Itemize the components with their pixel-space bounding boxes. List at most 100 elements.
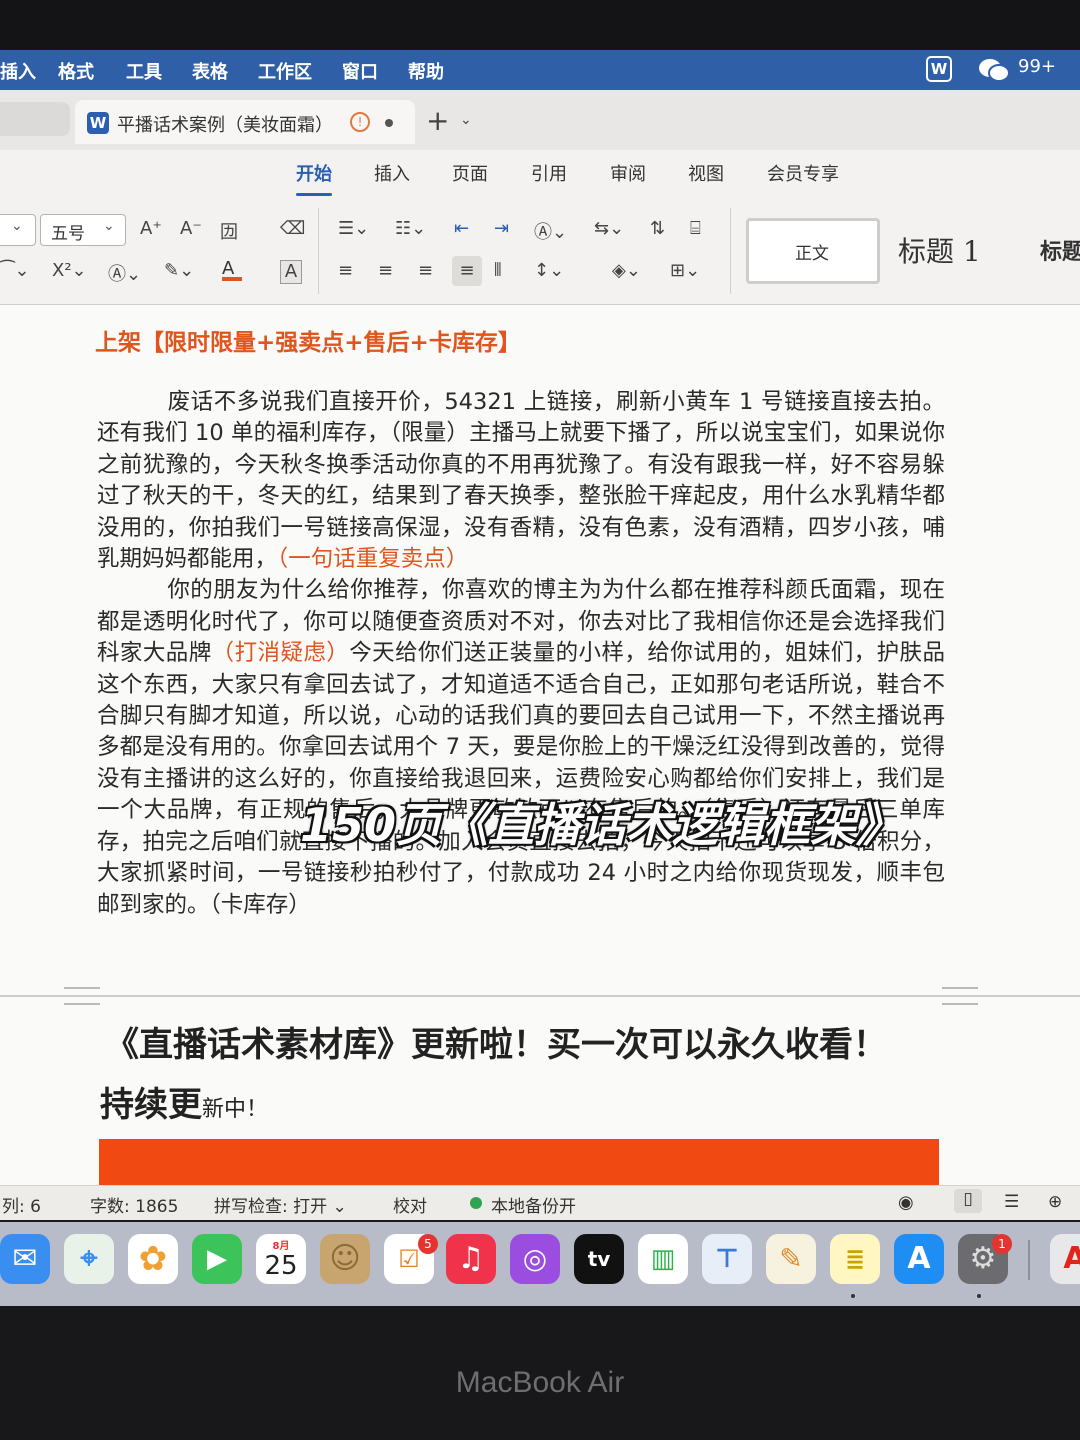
font-size-dropdown[interactable]: 五号 ⌄ [40,214,126,246]
decrease-indent-icon[interactable]: ⇤ [454,218,469,239]
chevron-down-icon: ⌄ [332,1197,347,1217]
superscript-icon[interactable]: X²⌄ [52,260,87,281]
acrobat-icon[interactable]: A [1050,1234,1080,1284]
page-view-icon[interactable]: ▯ [954,1189,982,1213]
tab-review[interactable]: 审阅 [610,160,646,186]
text-outline-icon[interactable]: Ⓐ⌄ [108,260,141,286]
web-view-icon[interactable]: ⊕ [1048,1192,1062,1212]
font-effect-icon[interactable]: ⁀⌄ [0,260,30,281]
spellcheck-label: 拼写检查: 打开 [214,1197,328,1217]
tab-page[interactable]: 页面 [452,160,488,186]
dock: ✉ ⌖ ✿ ▶ 8月 25 ☺ ☑ 5 ♫ ◎ tv ▥ ⊤ ✎ ≣ A ⚙ 1… [0,1222,1080,1306]
bullet-list-icon[interactable]: ☰⌄ [338,218,369,239]
update-line: 持续更新中！ [100,1077,268,1126]
border-icon[interactable]: ⊞⌄ [670,260,700,281]
sort-icon[interactable]: ⇅ [650,218,665,239]
menu-insert[interactable]: 插入 [0,58,36,84]
menu-tools[interactable]: 工具 [126,58,162,84]
music-icon[interactable]: ♫ [446,1234,496,1284]
contacts-icon[interactable]: ☺ [320,1234,370,1284]
unsaved-dot-icon[interactable] [385,119,393,127]
highlight-text: （一句话重复卖点） [277,546,469,573]
word-count[interactable]: 字数: 1865 [90,1192,178,1217]
spellcheck-toggle[interactable]: 拼写检查: 打开 ⌄ [214,1192,347,1217]
numbers-icon[interactable]: ▥ [638,1234,688,1284]
apple-tv-icon[interactable]: tv [574,1234,624,1284]
font-size-value: 五号 [51,224,85,244]
line-spacing-icon[interactable]: ⇆⌄ [594,218,624,239]
app-store-icon[interactable]: A [894,1234,944,1284]
numbered-list-icon[interactable]: ☷⌄ [395,218,426,239]
increase-font-icon[interactable]: A⁺ [140,218,162,239]
paragraph-spacing-icon[interactable]: ↕⌄ [534,260,564,281]
align-left-icon[interactable]: ≡ [338,260,353,281]
tab-bar: W 平播话术案例（美妆面霜） ! + ⌄ [0,90,1080,150]
photos-icon[interactable]: ✿ [128,1234,178,1284]
menu-format[interactable]: 格式 [58,58,94,84]
phonetic-guide-icon[interactable]: 㘞 [220,218,238,244]
calendar-day: 25 [264,1251,298,1281]
highlight-icon[interactable]: ✎⌄ [164,260,194,281]
pages-icon[interactable]: ✎ [766,1234,816,1284]
reminders-badge: 5 [418,1234,438,1254]
calendar-icon[interactable]: 8月 25 [256,1234,306,1284]
backup-status[interactable]: 本地备份开 [491,1192,576,1217]
keynote-icon[interactable]: ⊤ [702,1234,752,1284]
font-color-icon[interactable]: A [222,258,242,281]
align-center-icon[interactable]: ≡ [378,260,393,281]
document-canvas[interactable]: 上架【限时限量+强卖点+售后+卡库存】 废话不多说我们直接开价，54321 上链… [0,305,1080,1185]
distribute-icon[interactable]: ⫴ [494,260,502,281]
decrease-font-icon[interactable]: A⁻ [180,218,202,239]
menu-help[interactable]: 帮助 [408,58,444,84]
tab-dropdown-chevron-icon[interactable]: ⌄ [460,112,472,128]
overlay-caption: 150页《直播话术逻辑框架》 [300,798,903,852]
document-tab[interactable]: W 平播话术案例（美妆面霜） ! [75,100,415,144]
menu-workspace[interactable]: 工作区 [258,58,312,84]
style-normal[interactable]: 正文 [746,218,880,284]
sidebar-tab-placeholder[interactable] [0,102,70,136]
status-bar: 列: 6 字数: 1865 拼写检查: 打开 ⌄ 校对 本地备份开 ◉ ▯ ☰ … [0,1185,1080,1220]
wps-status-icon[interactable]: W [926,56,952,82]
tab-view[interactable]: 视图 [688,160,724,186]
tab-home[interactable]: 开始 [296,160,332,196]
tab-insert[interactable]: 插入 [374,160,410,186]
show-marks-icon[interactable]: ⌸ [690,218,701,239]
eye-icon[interactable]: ◉ [898,1192,914,1213]
podcasts-icon[interactable]: ◎ [510,1234,560,1284]
clear-format-icon[interactable]: ⌫ [280,218,305,239]
tv-label: tv [587,1247,611,1271]
justify-icon[interactable]: ≡ [452,256,482,286]
page-margin-marker [942,987,978,1005]
new-tab-plus-icon[interactable]: + [426,104,449,137]
formatting-toolbar: ⌄ 五号 ⌄ A⁺ A⁻ 㘞 ⌫ ⁀⌄ X²⌄ Ⓐ⌄ ✎⌄ A A ☰⌄ ☷⌄ … [0,198,1080,305]
style-heading1[interactable]: 标题 1 [898,230,981,270]
paragraph-text: 废话不多说我们直接开价，54321 上链接，刷新小黄车 1 号链接直接去拍。还有… [97,389,945,573]
wechat-icon[interactable] [978,57,1010,83]
mail-icon[interactable]: ✉ [0,1234,50,1284]
text-direction-icon[interactable]: Ⓐ⌄ [534,218,567,244]
notes-icon[interactable]: ≣ [830,1234,880,1284]
tab-member[interactable]: 会员专享 [767,160,839,186]
proofread-button[interactable]: 校对 [393,1192,427,1217]
warning-icon: ! [350,112,370,132]
ribbon-tab-bar: 开始 插入 页面 引用 审阅 视图 会员专享 [0,150,1080,198]
maps-icon[interactable]: ⌖ [64,1234,114,1284]
screen-top-bezel [0,0,1080,50]
library-title: 《直播话术素材库》更新啦！买一次可以永久收看！ [105,1025,887,1065]
macbook-label: MacBook Air [455,1366,625,1399]
chevron-down-icon: ⌄ [11,218,23,234]
shading-icon[interactable]: ◈⌄ [612,260,641,281]
word-doc-icon: W [87,112,109,134]
increase-indent-icon[interactable]: ⇥ [494,218,509,239]
toolbar-divider [730,208,731,294]
outline-view-icon[interactable]: ☰ [1004,1192,1019,1212]
menu-window[interactable]: 窗口 [342,58,378,84]
facetime-icon[interactable]: ▶ [192,1234,242,1284]
font-name-dropdown[interactable]: ⌄ [0,214,36,246]
tab-references[interactable]: 引用 [531,160,567,186]
align-right-icon[interactable]: ≡ [418,260,433,281]
char-shading-icon[interactable]: A [280,260,302,284]
menu-table[interactable]: 表格 [192,58,228,84]
style-heading2[interactable]: 标题 [1040,234,1080,266]
orange-banner [99,1139,939,1185]
